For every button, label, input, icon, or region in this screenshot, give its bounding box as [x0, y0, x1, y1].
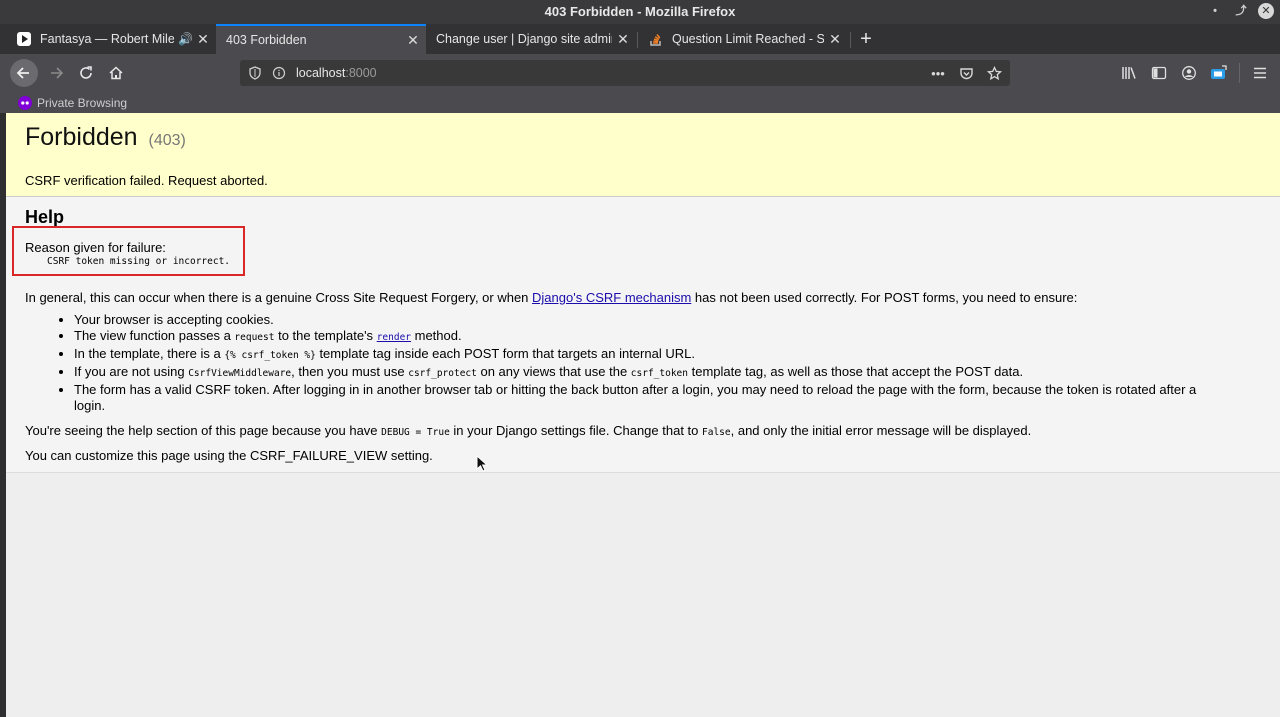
page-title: Forbidden (403) — [25, 123, 186, 152]
inline-code: False — [702, 427, 731, 438]
bullet-text: to the template's — [274, 328, 377, 343]
close-window-icon[interactable]: ✕ — [1258, 3, 1274, 19]
tab-question-limit[interactable]: Question Limit Reached - Sta ✕ — [638, 24, 848, 54]
requirements-list: Your browser is accepting cookies. The v… — [58, 312, 1198, 414]
navigation-toolbar: localhost:8000 ••• — [0, 54, 1280, 92]
error-message: CSRF verification failed. Request aborte… — [25, 173, 268, 188]
forward-arrow-icon[interactable] — [42, 59, 70, 87]
tracking-shield-icon[interactable] — [246, 64, 264, 82]
title-bar: 403 Forbidden - Mozilla Firefox • ⤴ ✕ — [0, 0, 1280, 24]
para1-text: In general, this can occur when there is… — [25, 290, 533, 305]
window-title: 403 Forbidden - Mozilla Firefox — [544, 4, 736, 19]
tab-fantasya[interactable]: Fantasya — Robert Miles 🔊 ✕ — [6, 24, 216, 54]
help-heading: Help — [25, 207, 65, 227]
list-item: Your browser is accepting cookies. — [74, 312, 1198, 328]
private-mask-icon — [18, 95, 32, 110]
sidebar-icon[interactable] — [1149, 63, 1169, 83]
inline-code: csrf_protect — [408, 368, 477, 379]
reload-icon[interactable] — [72, 59, 100, 87]
url-host: localhost — [296, 66, 346, 80]
library-icon[interactable] — [1119, 63, 1139, 83]
tab-title: Question Limit Reached - Sta — [672, 32, 824, 46]
close-tab-icon[interactable]: ✕ — [196, 31, 210, 48]
help-section: Help Reason given for failure: CSRF toke… — [6, 197, 1280, 473]
close-tab-icon[interactable]: ✕ — [616, 31, 630, 48]
para2-text: , and only the initial error message wil… — [730, 423, 1032, 438]
url-actions: ••• — [928, 63, 1004, 83]
list-item: If you are not using CsrfViewMiddleware,… — [74, 364, 1198, 382]
tab-403-forbidden[interactable]: 403 Forbidden ✕ — [216, 24, 426, 54]
inline-code: DEBUG = True — [381, 427, 450, 438]
firefox-window: 403 Forbidden - Mozilla Firefox • ⤴ ✕ Fa… — [0, 0, 1280, 717]
bullet-text: template tag inside each POST form that … — [315, 346, 695, 361]
status-code: (403) — [148, 132, 186, 149]
close-tab-icon[interactable]: ✕ — [828, 31, 842, 48]
bullet-text: If you are not using — [74, 364, 189, 379]
inline-code: csrf_token — [630, 368, 688, 379]
private-browsing-indicator: Private Browsing — [0, 92, 1280, 113]
title-text: Forbidden — [25, 123, 138, 151]
url-bar[interactable]: localhost:8000 ••• — [240, 60, 1010, 86]
containers-extension-icon[interactable] — [1209, 63, 1229, 83]
tab-title: Fantasya — Robert Miles — [40, 32, 174, 46]
bullet-text: The view function passes a — [74, 328, 235, 343]
inline-code: request — [234, 332, 275, 343]
inline-code: CsrfViewMiddleware — [188, 368, 292, 379]
private-browsing-label: Private Browsing — [37, 95, 128, 110]
stackoverflow-icon — [648, 31, 664, 47]
hamburger-menu-icon[interactable] — [1250, 63, 1270, 83]
page-actions-icon[interactable]: ••• — [928, 63, 948, 83]
tab-strip: Fantasya — Robert Miles 🔊 ✕ 403 Forbidde… — [0, 24, 1280, 54]
reason-code: CSRF token missing or incorrect. — [47, 256, 231, 267]
window-controls: • ⤴ ✕ — [1206, 2, 1274, 20]
info-icon[interactable] — [270, 64, 288, 82]
home-icon[interactable] — [102, 59, 130, 87]
customize-note: You can customize this page using the CS… — [25, 448, 433, 463]
toolbar-separator — [1239, 63, 1240, 83]
maximize-icon[interactable]: ⤴ — [1232, 2, 1250, 20]
speaker-icon[interactable]: 🔊 — [178, 32, 193, 46]
debug-explanation: You're seeing the help section of this p… — [25, 423, 1031, 438]
bookmark-star-icon[interactable] — [984, 63, 1004, 83]
bullet-text: In the template, there is a — [74, 346, 225, 361]
account-icon[interactable] — [1179, 63, 1199, 83]
bullet-text: The form has a valid CSRF token. After l… — [74, 382, 1197, 413]
bullet-text: Your browser is accepting cookies. — [74, 312, 274, 327]
tab-title: Change user | Django site admin — [436, 32, 612, 46]
bullet-text: method. — [411, 328, 462, 343]
toolbar-right — [1119, 63, 1270, 83]
tab-change-user[interactable]: Change user | Django site admin ✕ — [426, 24, 636, 54]
general-explanation: In general, this can occur when there is… — [25, 290, 1077, 305]
new-tab-icon[interactable]: + — [854, 24, 878, 54]
pocket-icon[interactable] — [956, 63, 976, 83]
page-content: Forbidden (403) CSRF verification failed… — [6, 113, 1280, 717]
para2-text: in your Django settings file. Change tha… — [449, 423, 703, 438]
reason-label: Reason given for failure: — [25, 240, 166, 255]
url-text[interactable]: localhost:8000 — [296, 66, 377, 80]
bullet-text: template tag, as well as those that acce… — [688, 364, 1024, 379]
tab-title: 403 Forbidden — [226, 33, 307, 47]
list-item: The view function passes a request to th… — [74, 328, 1198, 346]
bullet-text: , then you must use — [291, 364, 409, 379]
para2-text: You're seeing the help section of this p… — [25, 423, 382, 438]
django-csrf-link[interactable]: Django's CSRF mechanism — [532, 290, 691, 305]
tab-separator — [850, 32, 851, 48]
list-item: In the template, there is a {% csrf_toke… — [74, 346, 1198, 364]
close-tab-icon[interactable]: ✕ — [406, 32, 420, 49]
render-link[interactable]: render — [377, 328, 411, 343]
inline-code: render — [376, 332, 412, 343]
back-arrow-icon[interactable] — [10, 59, 38, 87]
error-summary: Forbidden (403) CSRF verification failed… — [6, 113, 1280, 197]
list-item: The form has a valid CSRF token. After l… — [74, 382, 1198, 414]
url-port: :8000 — [345, 66, 377, 80]
mouse-cursor-icon — [476, 455, 489, 472]
inline-code: {% csrf_token %} — [224, 350, 316, 361]
bullet-text: on any views that use the — [476, 364, 631, 379]
minimize-icon[interactable]: • — [1206, 2, 1224, 20]
para1-text-end: has not been used correctly. For POST fo… — [691, 290, 1078, 305]
play-logo-icon — [16, 31, 32, 47]
